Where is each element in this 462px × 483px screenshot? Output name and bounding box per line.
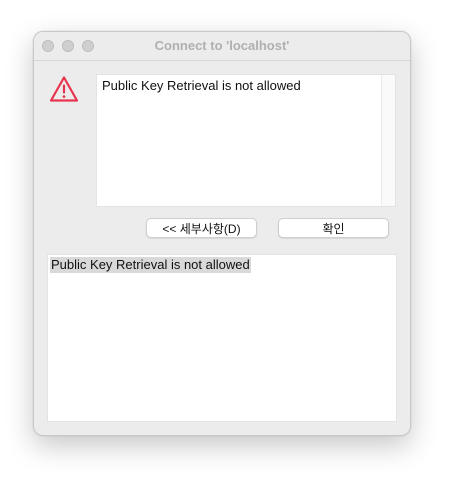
warning-icon [49,76,79,102]
details-text-area[interactable]: Public Key Retrieval is not allowed [47,254,397,422]
message-scrollbar[interactable] [381,75,395,206]
error-message: Public Key Retrieval is not allowed [102,78,301,93]
message-text-area[interactable]: Public Key Retrieval is not allowed [96,74,396,207]
ok-button[interactable]: 확인 [278,218,389,238]
window-title: Connect to 'localhost' [154,38,290,53]
details-button[interactable]: << 세부사항(D) [146,218,257,238]
title-bar: Connect to 'localhost' [34,32,410,61]
dialog-window: Connect to 'localhost' Public Key Retrie… [33,31,411,436]
details-text: Public Key Retrieval is not allowed [50,257,251,273]
